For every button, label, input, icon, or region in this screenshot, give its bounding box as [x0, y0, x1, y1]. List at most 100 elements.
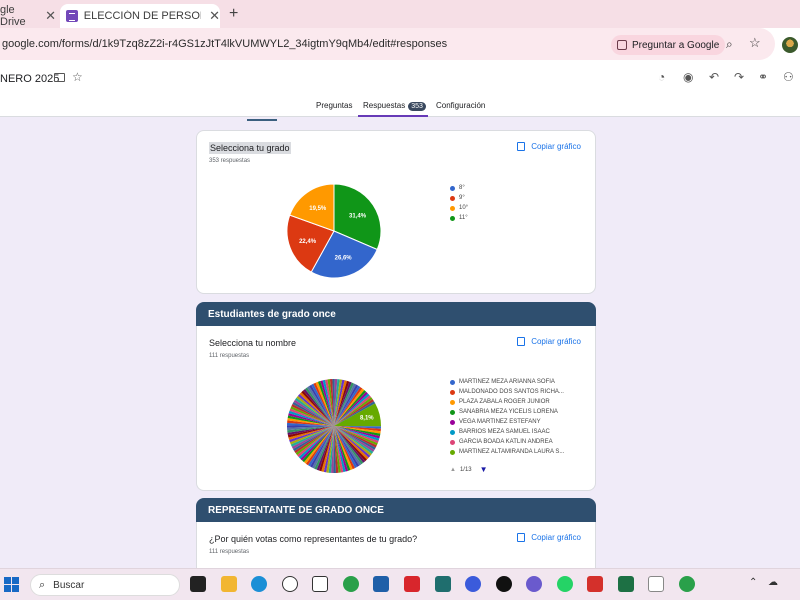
response-count: 111 respuestas	[209, 549, 250, 555]
pdf-icon[interactable]	[587, 576, 603, 592]
nombre-legend-item: GARCIA BOADA KATLIN ANDREA	[450, 437, 564, 447]
pager-down-icon[interactable]: ▼	[480, 465, 488, 474]
legend-swatch	[450, 419, 455, 425]
app-icon[interactable]	[496, 576, 512, 592]
app-l-icon[interactable]	[404, 576, 420, 592]
undo-icon[interactable]: ↶	[709, 70, 719, 84]
forms-header: NERO 2025 ☆ ◔ ◉ ↶ ↷ ⚭ ⚇ Preguntas Respue…	[0, 60, 800, 117]
legend-label: 9°	[459, 195, 465, 201]
tab-preguntas[interactable]: Preguntas	[316, 101, 352, 110]
windows-start-icon[interactable]	[4, 577, 19, 592]
tab-configuracion[interactable]: Configuración	[436, 101, 485, 110]
tab-eleccion-personero[interactable]: ELECCIÓN DE PERSONERO 202 ✕	[60, 4, 220, 28]
legend-pager: ▲ 1/13 ▼	[450, 465, 488, 474]
pie-chart-nombre: 8,1%	[287, 379, 381, 473]
copy-icon	[517, 533, 526, 542]
legend-label: PLAZA ZABALA ROGER JUNIOR	[459, 399, 550, 405]
whatsapp-icon[interactable]	[557, 576, 573, 592]
windows-taskbar: ⌕ Buscar ⌃ ☁	[0, 568, 800, 600]
copilot-icon[interactable]	[526, 576, 542, 592]
excel-icon[interactable]	[618, 576, 634, 592]
store-icon[interactable]	[373, 576, 389, 592]
legend-swatch	[450, 205, 455, 211]
url-text: google.com/forms/d/1k9Tzq8zZ2i-r4GS1zJtT…	[2, 38, 448, 50]
section-header: Estudiantes de grado once	[196, 302, 596, 326]
question-card-nombre: Selecciona tu nombre 111 respuestas Copi…	[196, 326, 596, 491]
address-bar: google.com/forms/d/1k9Tzq8zZ2i-r4GS1zJtT…	[0, 28, 800, 60]
question-title: Selecciona tu grado	[209, 142, 291, 154]
form-title[interactable]: NERO 2025	[0, 73, 59, 85]
snipping-tool-icon[interactable]	[648, 576, 664, 592]
zoom-icon[interactable]: ⌕	[726, 37, 733, 52]
tab-label: Configuración	[436, 101, 486, 110]
ask-google-button[interactable]: Preguntar a Google	[611, 35, 726, 55]
chart-legend: MARTINEZ MEZA ARIANNA SOFIA MALDONADO DOS…	[450, 377, 564, 457]
app-icon[interactable]	[435, 576, 451, 592]
app-icon[interactable]	[465, 576, 481, 592]
section-title: Estudiantes de grado once	[208, 309, 336, 320]
nombre-legend-item: MARTINEZ ALTAMIRANDA LAURA S...	[450, 447, 564, 457]
link-icon[interactable]: ⚭	[758, 70, 768, 84]
forms-icon	[66, 10, 78, 22]
cloud-icon[interactable]: ☁	[768, 577, 778, 588]
redo-icon[interactable]: ↷	[734, 70, 744, 84]
copy-chart-button[interactable]: Copiar gráfico	[517, 533, 581, 542]
grado-legend-item: 11°	[450, 213, 468, 223]
chrome-icon[interactable]	[679, 576, 695, 592]
bookmark-star-icon[interactable]: ☆	[749, 35, 761, 51]
legend-swatch	[450, 449, 455, 455]
copy-chart-button[interactable]: Copiar gráfico	[517, 142, 581, 151]
grado-legend-item: 9°	[450, 193, 468, 203]
folder-icon[interactable]	[54, 73, 65, 82]
pager-text: 1/13	[459, 466, 472, 473]
pie-data-label: 19,5%	[309, 206, 327, 212]
copy-icon	[517, 142, 526, 151]
legend-swatch	[450, 389, 455, 395]
new-tab-icon[interactable]: +	[229, 5, 238, 23]
legend-swatch	[450, 409, 455, 415]
profile-avatar[interactable]	[782, 37, 798, 53]
legend-label: MALDONADO DOS SANTOS RICHA...	[459, 389, 564, 395]
tab-respuestas[interactable]: Respuestas 353	[363, 101, 426, 111]
response-count: 111 respuestas	[209, 353, 250, 359]
copy-chart-label: Copiar gráfico	[531, 533, 581, 542]
legend-label: MARTINEZ MEZA ARIANNA SOFIA	[459, 379, 555, 385]
pie-data-label: 8,1%	[360, 416, 374, 422]
task-view-icon[interactable]	[190, 576, 206, 592]
pager-up-icon[interactable]: ▲	[450, 467, 456, 473]
question-title: ¿Por quién votas como representantes de …	[209, 534, 418, 544]
app-icon[interactable]	[312, 576, 328, 592]
legend-swatch	[450, 429, 455, 435]
taskbar-search[interactable]: ⌕ Buscar	[30, 574, 180, 596]
tab-label: gle Drive	[0, 4, 26, 28]
legend-swatch	[450, 215, 455, 221]
pie-data-label: 26,6%	[335, 256, 353, 262]
close-icon[interactable]: ✕	[45, 8, 56, 24]
legend-label: MARTINEZ ALTAMIRANDA LAURA S...	[459, 449, 565, 455]
legend-label: 8°	[459, 185, 465, 191]
tab-label: Respuestas	[363, 101, 406, 110]
close-icon[interactable]: ✕	[209, 8, 220, 24]
grado-legend-item: 8°	[450, 183, 468, 193]
add-collaborator-icon[interactable]: ⚇	[783, 70, 794, 84]
search-icon: ⌕	[39, 578, 46, 591]
copy-chart-button[interactable]: Copiar gráfico	[517, 337, 581, 346]
chatgpt-icon[interactable]	[282, 576, 298, 592]
edge-icon[interactable]	[251, 576, 267, 592]
tray-chevron-icon[interactable]: ⌃	[749, 577, 757, 588]
grado-legend-item: 10°	[450, 203, 468, 213]
search-label: Buscar	[53, 579, 85, 591]
tab-label: ELECCIÓN DE PERSONERO 202	[83, 10, 201, 22]
pie-chart-grado: 31,4% 26,6% 22,4% 19,5%	[286, 183, 382, 279]
palette-icon[interactable]: ◔	[658, 70, 665, 84]
preview-eye-icon[interactable]: ◉	[683, 70, 693, 84]
pie-data-label: 22,4%	[299, 239, 317, 245]
nombre-legend-item: PLAZA ZABALA ROGER JUNIOR	[450, 397, 564, 407]
chrome-icon[interactable]	[343, 576, 359, 592]
file-explorer-icon[interactable]	[221, 576, 237, 592]
legend-label: BARRIOS MEZA SAMUEL ISAAC	[459, 429, 550, 435]
star-icon[interactable]: ☆	[72, 70, 83, 84]
legend-swatch	[450, 379, 455, 385]
summary-tab-indicator	[247, 119, 277, 121]
tab-google-drive[interactable]: gle Drive ✕	[0, 4, 56, 28]
